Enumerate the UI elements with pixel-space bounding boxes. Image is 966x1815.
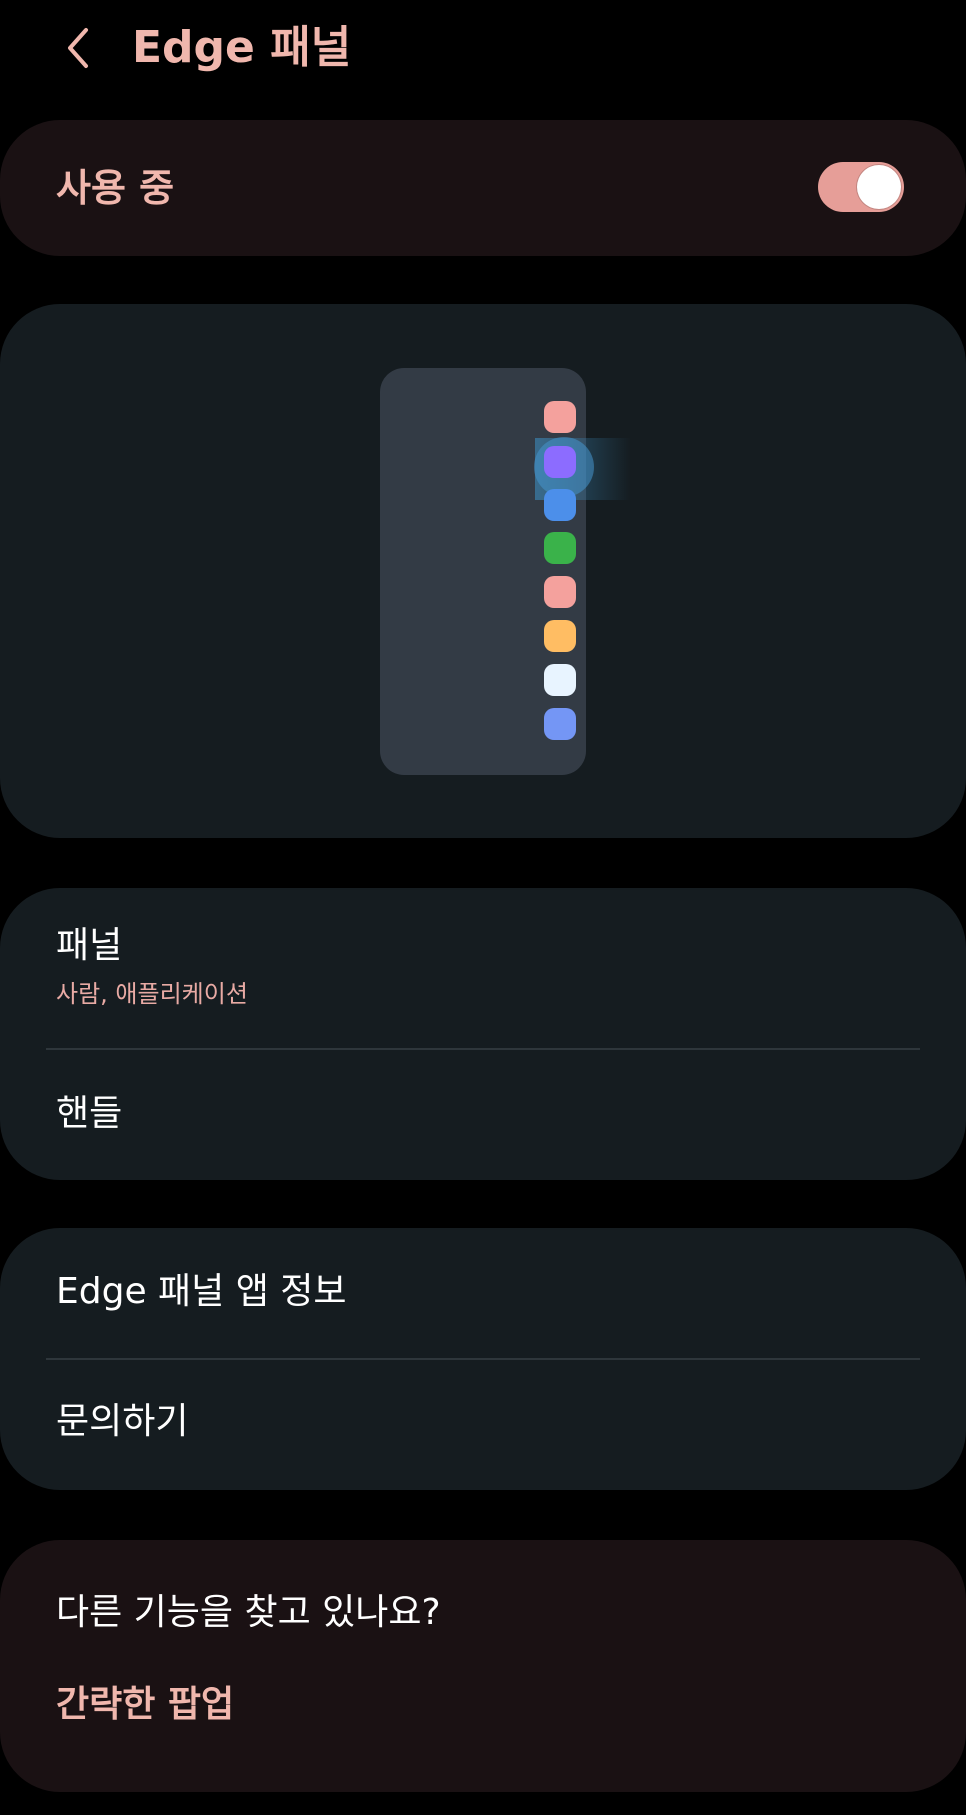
app-icon-3 bbox=[544, 489, 576, 521]
page-title: Edge 패널 bbox=[132, 22, 352, 73]
handle-title: 핸들 bbox=[56, 1093, 123, 1134]
toggle-knob bbox=[857, 165, 901, 209]
panels-title: 패널 bbox=[56, 925, 123, 966]
master-toggle[interactable] bbox=[818, 162, 904, 212]
app-icon-2 bbox=[544, 446, 576, 478]
panels-row[interactable] bbox=[0, 888, 966, 1048]
app-icon-6 bbox=[544, 620, 576, 652]
app-icon-5 bbox=[544, 576, 576, 608]
app-icon-7 bbox=[544, 664, 576, 696]
back-button[interactable] bbox=[48, 18, 108, 78]
about-title: Edge 패널 앱 정보 bbox=[56, 1271, 347, 1312]
app-icon-8 bbox=[544, 708, 576, 740]
handle-row[interactable] bbox=[0, 1050, 966, 1180]
simple-popup-link[interactable]: 간략한 팝업 bbox=[56, 1680, 234, 1730]
contact-title: 문의하기 bbox=[56, 1401, 189, 1442]
app-bar: Edge 패널 bbox=[0, 0, 966, 100]
chevron-left-icon bbox=[68, 28, 88, 68]
panels-subtitle: 사람, 애플리케이션 bbox=[56, 980, 248, 1008]
master-switch-label: 사용 중 bbox=[56, 166, 175, 210]
suggestion-title: 다른 기능을 찾고 있나요? bbox=[56, 1592, 441, 1633]
app-icon-4 bbox=[544, 532, 576, 564]
suggestion-card bbox=[0, 1540, 966, 1792]
app-icon-1 bbox=[544, 401, 576, 433]
